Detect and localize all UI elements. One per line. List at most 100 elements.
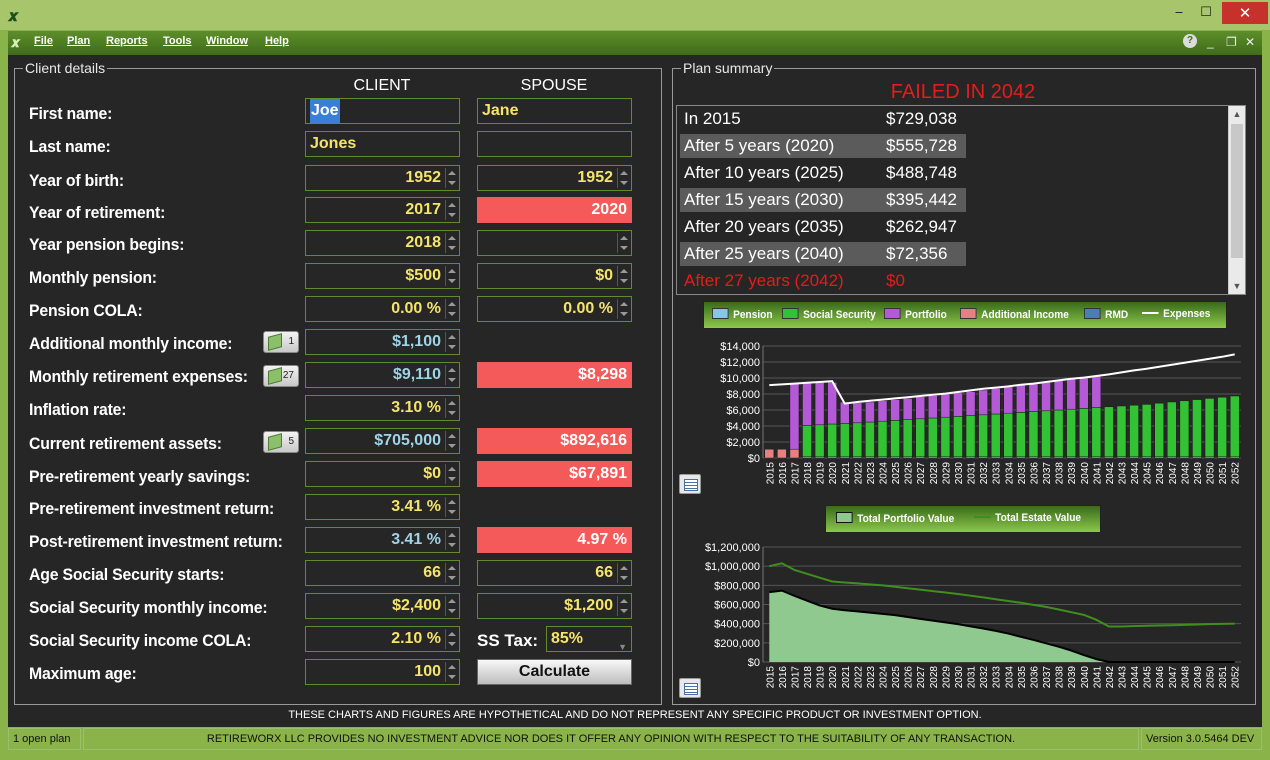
window-maximize-button[interactable]: ☐	[1193, 2, 1219, 24]
summary-row[interactable]: After 10 years (2025) $488,748	[680, 161, 966, 185]
help-icon[interactable]: ?	[1183, 34, 1197, 48]
spouse-year-pension-begins-input[interactable]	[477, 230, 632, 256]
child-close-button[interactable]: ✕	[1245, 35, 1255, 49]
bar-portfolio	[1066, 378, 1076, 410]
menu-help[interactable]: Help	[265, 35, 289, 47]
spouse-monthly-retirement-expenses-input[interactable]: $8,298	[477, 362, 632, 388]
client-social-security-income-cola-input[interactable]: 2.10 %	[305, 626, 460, 652]
summary-scrollbar[interactable]: ▲ ▼	[1228, 106, 1245, 294]
plan-summary-group: Plan summary FAILED IN 2042 In 2015 $729,…	[672, 60, 1256, 705]
spinner-arrows-icon[interactable]	[617, 596, 629, 616]
spinner-arrows-icon[interactable]	[617, 299, 629, 319]
bar-social-security	[1167, 401, 1177, 458]
spinner-arrows-icon[interactable]	[617, 563, 629, 583]
child-restore-button[interactable]: ❐	[1226, 35, 1237, 49]
spouse-year-of-birth-input[interactable]: 1952	[477, 165, 632, 191]
x-tick-label: 2026	[904, 462, 915, 485]
x-tick-label: 2031	[967, 666, 978, 689]
child-minimize-button[interactable]: _	[1207, 35, 1214, 49]
spouse-pension-cola-input[interactable]: 0.00 %	[477, 296, 632, 322]
x-tick-label: 2025	[891, 666, 902, 689]
menu-window[interactable]: Window	[206, 35, 248, 47]
client-year-of-retirement-input[interactable]: 2017	[305, 197, 460, 223]
x-tick-label: 2036	[1029, 462, 1040, 485]
window-minimize-button[interactable]: ‒	[1166, 2, 1192, 24]
window-close-button[interactable]: ✕	[1222, 2, 1268, 24]
document-icon[interactable]: 𝒙	[11, 34, 27, 52]
client-pre-retirement-investment-return-input[interactable]: 3.41 %	[305, 494, 460, 520]
spouse-pre-retirement-yearly-savings-input[interactable]: $67,891	[477, 461, 632, 487]
client-first-name-input[interactable]: Joe	[305, 98, 460, 124]
client-monthly-retirement-expenses-input[interactable]: $9,110	[305, 362, 460, 388]
chevron-up-icon[interactable]: ▲	[1229, 106, 1245, 122]
bar-portfolio	[990, 388, 1001, 415]
spinner-arrows-icon[interactable]	[617, 168, 629, 188]
summary-row[interactable]: After 27 years (2042) $0	[680, 269, 966, 293]
client-additional-monthly-income-input[interactable]: $1,100	[305, 329, 460, 355]
spouse-post-retirement-investment-return-input[interactable]: 4.97 %	[477, 527, 632, 553]
summary-row[interactable]: After 25 years (2040) $72,356	[680, 242, 966, 266]
client-year-pension-begins-input[interactable]: 2018	[305, 230, 460, 256]
portfolio-chart-table-icon[interactable]	[679, 678, 701, 698]
spinner-arrows-icon[interactable]	[445, 530, 457, 550]
menu-tools[interactable]: Tools	[163, 35, 192, 47]
spouse-first-name-input[interactable]: Jane	[477, 98, 632, 124]
spinner-arrows-icon[interactable]	[445, 464, 457, 484]
spouse-year-of-retirement-input[interactable]: 2020	[477, 197, 632, 223]
spouse-social-security-monthly-income-input[interactable]: $1,200	[477, 593, 632, 619]
spinner-arrows-icon[interactable]	[445, 299, 457, 319]
ss-tax-select[interactable]: 85% ▼	[546, 626, 632, 652]
spinner-arrows-icon[interactable]	[445, 563, 457, 583]
menu-reports[interactable]: Reports	[106, 35, 148, 47]
client-column-header: CLIENT	[353, 77, 411, 94]
menu-plan[interactable]: Plan	[67, 35, 90, 47]
scrollbar-thumb[interactable]	[1231, 124, 1243, 258]
client-post-retirement-investment-return-input[interactable]: 3.41 %	[305, 527, 460, 553]
spouse-current-retirement-assets-input[interactable]: $892,616	[477, 428, 632, 454]
spouse-last-name-input[interactable]	[477, 131, 632, 157]
summary-row[interactable]: After 5 years (2020) $555,728	[680, 134, 966, 158]
chevron-down-icon[interactable]: ▼	[1229, 278, 1245, 294]
spinner-arrows-icon[interactable]	[445, 200, 457, 220]
summary-row[interactable]: After 20 years (2035) $262,947	[680, 215, 966, 239]
client-inflation-rate-input[interactable]: 3.10 %	[305, 395, 460, 421]
client-first-name-value: Joe	[310, 99, 340, 123]
spinner-arrows-icon[interactable]	[617, 266, 629, 286]
spinner-arrows-icon[interactable]	[445, 398, 457, 418]
client-last-name-input[interactable]: Jones	[305, 131, 460, 157]
spinner-arrows-icon[interactable]	[445, 266, 457, 286]
spinner-arrows-icon[interactable]	[445, 233, 457, 253]
assets-details-button[interactable]: 5	[263, 431, 299, 453]
spinner-arrows-icon[interactable]	[445, 497, 457, 517]
x-tick-label: 2039	[1067, 462, 1078, 485]
additional-income-details-button[interactable]: 1	[263, 331, 299, 353]
spinner-arrows-icon[interactable]	[445, 431, 457, 451]
expenses-details-button[interactable]: 27	[263, 365, 299, 387]
spouse-age-social-security-starts-input[interactable]: 66	[477, 560, 632, 586]
summary-list[interactable]: In 2015 $729,038 After 5 years (2020) $555…	[676, 105, 1246, 295]
summary-row[interactable]: In 2015 $729,038	[680, 107, 966, 131]
spinner-arrows-icon[interactable]	[617, 233, 629, 253]
spinner-arrows-icon[interactable]	[445, 662, 457, 682]
spinner-arrows-icon[interactable]	[445, 168, 457, 188]
menu-file[interactable]: File	[34, 35, 53, 47]
summary-row[interactable]: After 15 years (2030) $395,442	[680, 188, 966, 212]
spouse-monthly-pension-input[interactable]: $0	[477, 263, 632, 289]
calculate-button[interactable]: Calculate	[477, 659, 632, 685]
bar-portfolio	[928, 395, 938, 419]
spinner-arrows-icon[interactable]	[445, 596, 457, 616]
x-tick-label: 2043	[1118, 462, 1129, 485]
spinner-arrows-icon[interactable]	[445, 365, 457, 385]
client-current-retirement-assets-input[interactable]: $705,000	[305, 428, 460, 454]
client-year-of-birth-input[interactable]: 1952	[305, 165, 460, 191]
spinner-arrows-icon[interactable]	[445, 629, 457, 649]
client-maximum-age-input[interactable]: 100	[305, 659, 460, 685]
income-chart-table-icon[interactable]	[679, 474, 701, 494]
client-age-social-security-starts-input[interactable]: 66	[305, 560, 460, 586]
client-pension-cola-input[interactable]: 0.00 %	[305, 296, 460, 322]
client-pre-retirement-yearly-savings-input[interactable]: $0	[305, 461, 460, 487]
client-social-security-monthly-income-input[interactable]: $2,400	[305, 593, 460, 619]
x-tick-label: 2037	[1042, 462, 1053, 485]
client-monthly-pension-input[interactable]: $500	[305, 263, 460, 289]
spinner-arrows-icon[interactable]	[445, 332, 457, 352]
